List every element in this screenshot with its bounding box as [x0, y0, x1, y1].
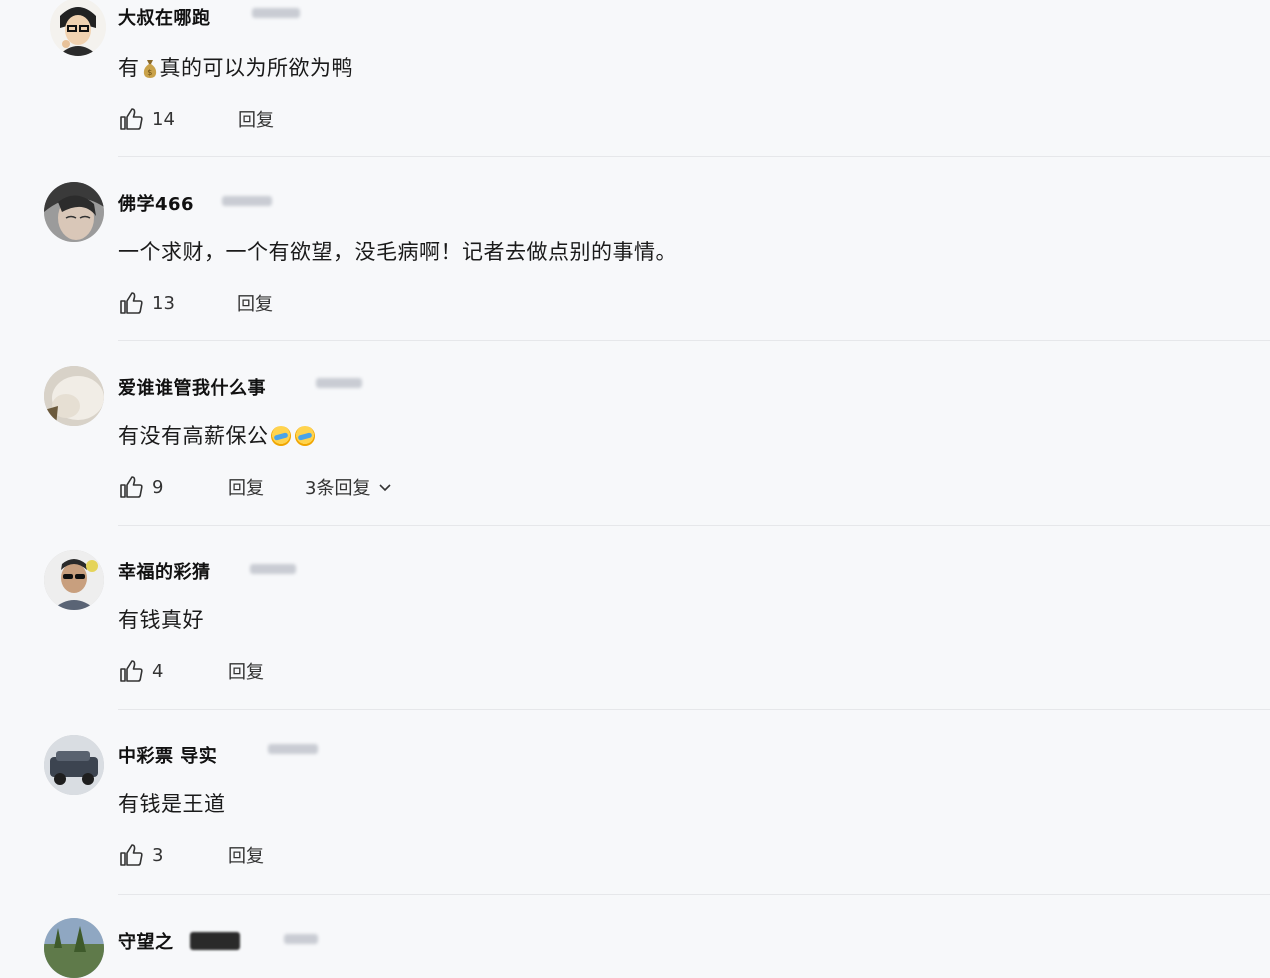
thumbs-up-icon	[120, 476, 143, 498]
view-replies-button[interactable]: 3条回复	[305, 474, 392, 500]
thumbs-up-icon	[120, 660, 143, 682]
thumbs-up-icon	[120, 108, 143, 130]
laughing-crying-emoji-icon	[294, 426, 315, 446]
divider	[118, 525, 1270, 526]
like-button[interactable]: 13	[118, 290, 175, 316]
username[interactable]: 佛学466	[118, 190, 194, 216]
comment-actions: 4 回复	[118, 658, 518, 684]
comment-actions: 3 回复	[118, 842, 518, 868]
username[interactable]: 幸福的彩猜	[118, 558, 211, 584]
avatar[interactable]	[44, 735, 104, 795]
avatar[interactable]	[44, 550, 104, 610]
divider	[118, 709, 1270, 710]
thumbs-up-icon	[120, 844, 143, 866]
username[interactable]: 爱谁谁管我什么事	[118, 374, 266, 400]
thumbs-up-icon	[120, 292, 143, 314]
chevron-down-icon	[379, 484, 392, 492]
username[interactable]: 大叔在哪跑	[118, 4, 211, 30]
username[interactable]: 守望之	[118, 928, 174, 954]
comment-actions: 13 回复	[118, 290, 518, 316]
money-bag-icon: $	[143, 60, 156, 78]
reply-button[interactable]: 回复	[228, 842, 264, 868]
comment-text: 有钱是王道	[118, 792, 226, 816]
like-button[interactable]: 14	[118, 106, 175, 132]
comment-text: 有没有高薪保公	[118, 420, 317, 450]
avatar[interactable]	[50, 0, 106, 56]
comment-text: 有钱真好	[118, 608, 204, 632]
avatar[interactable]	[44, 366, 104, 426]
like-count: 4	[152, 660, 164, 682]
avatar[interactable]	[44, 918, 104, 978]
svg-text:$: $	[147, 68, 153, 77]
like-count: 9	[152, 476, 164, 498]
like-count: 13	[152, 292, 175, 314]
username[interactable]: 中彩票 导实	[118, 742, 217, 768]
comment-text: 一个求财，一个有欲望，没毛病啊！记者去做点别的事情。	[118, 240, 677, 264]
timestamp	[252, 8, 300, 18]
like-button[interactable]: 4	[118, 658, 163, 684]
reply-button[interactable]: 回复	[237, 290, 273, 316]
view-replies-label: 3条回复	[305, 478, 371, 499]
timestamp	[222, 196, 272, 206]
timestamp	[268, 744, 318, 754]
laughing-crying-emoji-icon	[270, 426, 291, 446]
comment-actions: 14 回复	[118, 106, 518, 132]
timestamp	[284, 934, 318, 944]
avatar[interactable]	[44, 182, 104, 242]
timestamp	[316, 378, 362, 388]
username-redaction	[190, 932, 240, 950]
like-count: 3	[152, 844, 164, 866]
reply-button[interactable]: 回复	[238, 106, 274, 132]
divider	[118, 156, 1270, 157]
reply-button[interactable]: 回复	[228, 474, 264, 500]
like-button[interactable]: 3	[118, 842, 163, 868]
like-button[interactable]: 9	[118, 474, 163, 500]
like-count: 14	[152, 108, 175, 130]
comment-actions: 9 回复 3条回复	[118, 474, 518, 500]
divider	[118, 894, 1270, 895]
timestamp	[250, 564, 296, 574]
divider	[118, 340, 1270, 341]
reply-button[interactable]: 回复	[228, 658, 264, 684]
comment-text: 有 $ 真的可以为所欲为鸭	[118, 56, 353, 80]
